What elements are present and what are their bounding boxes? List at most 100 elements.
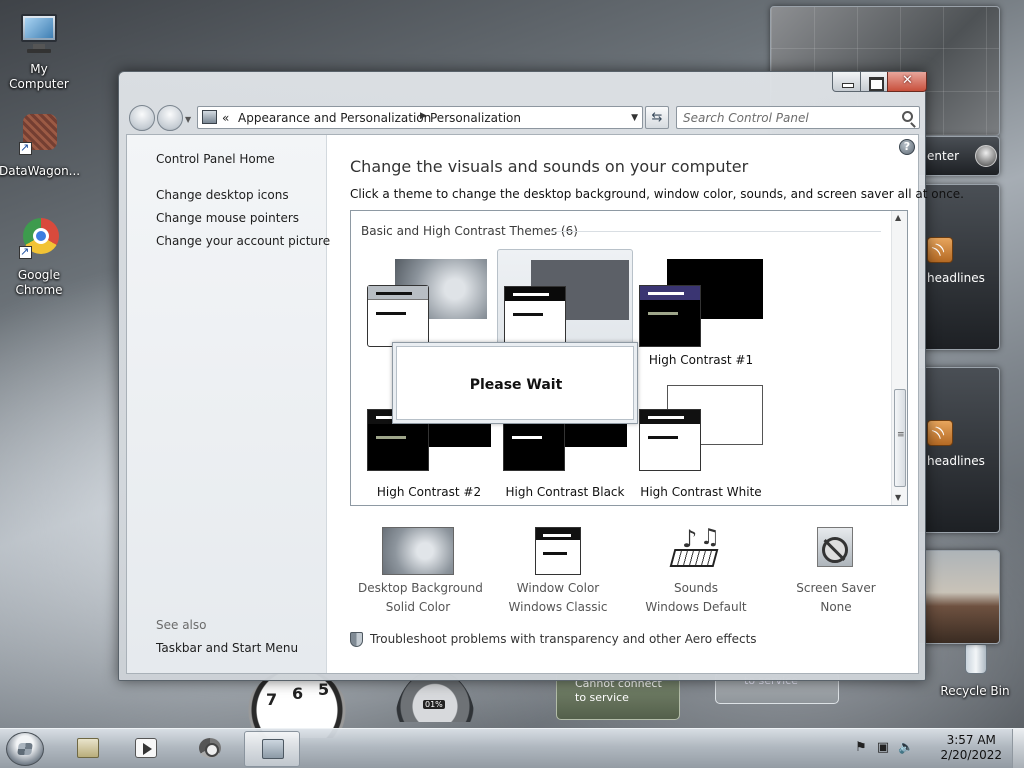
option-value: Solid Color bbox=[385, 600, 451, 614]
desktop-background-icon bbox=[382, 527, 454, 575]
scroll-down-arrow-icon[interactable]: ▼ bbox=[895, 493, 901, 502]
control-panel-icon bbox=[202, 110, 217, 124]
desktop-icon-recycle-bin[interactable]: Recycle Bin bbox=[935, 640, 1015, 699]
theme-label: High Contrast #2 bbox=[376, 485, 482, 499]
group-divider bbox=[551, 231, 881, 232]
taskbar-control-panel[interactable] bbox=[244, 731, 300, 767]
change-account-picture-link[interactable]: Change your account picture bbox=[156, 234, 330, 248]
shortcut-arrow-icon bbox=[19, 140, 32, 155]
media-player-icon bbox=[135, 738, 157, 758]
breadcrumb-arrow-icon[interactable]: ▶ bbox=[420, 111, 427, 121]
chrome-icon bbox=[199, 738, 221, 758]
troubleshoot-aero-link[interactable]: Troubleshoot problems with transparency … bbox=[350, 632, 757, 647]
taskbar: ⚑ ▣ 🔈 3:57 AM 2/20/2022 bbox=[0, 728, 1024, 768]
taskbar-media-player[interactable] bbox=[118, 731, 174, 767]
control-panel-icon bbox=[262, 739, 284, 759]
taskbar-google-chrome[interactable] bbox=[182, 731, 238, 767]
network-icon[interactable]: ▣ bbox=[876, 741, 890, 755]
please-wait-text: Please Wait bbox=[469, 377, 563, 393]
rss-icon bbox=[927, 237, 953, 263]
mouse-pointer-icon bbox=[607, 352, 616, 367]
media-center-label: enter bbox=[927, 149, 960, 163]
theme-window-preview bbox=[639, 285, 701, 347]
main-pane: ? Change the visuals and sounds on your … bbox=[328, 135, 964, 673]
tray-clock[interactable]: 3:57 AM 2/20/2022 bbox=[940, 733, 1002, 763]
desktop-icon-google-chrome[interactable]: Google Chrome bbox=[0, 216, 79, 298]
window-color-option[interactable]: Window Color Windows Classic bbox=[498, 527, 618, 614]
search-icon[interactable] bbox=[902, 111, 913, 122]
theme-item-high-contrast-white[interactable]: High Contrast White bbox=[633, 381, 769, 499]
theme-window-preview bbox=[504, 286, 566, 348]
breadcrumb-item[interactable]: Personalization bbox=[430, 111, 521, 125]
navigation-bar: ▼ « Appearance and Personalization ▶ Per… bbox=[119, 102, 925, 132]
forward-button[interactable] bbox=[157, 105, 183, 131]
action-center-flag-icon[interactable]: ⚑ bbox=[854, 741, 868, 755]
theme-list[interactable]: Basic and High Contrast Themes (6) High … bbox=[350, 210, 908, 506]
see-also-label: See also bbox=[156, 618, 207, 632]
start-button[interactable] bbox=[6, 732, 44, 766]
page-title: Change the visuals and sounds on your co… bbox=[350, 157, 749, 176]
clock-number: 7 bbox=[266, 690, 278, 709]
option-title: Window Color bbox=[516, 581, 600, 595]
desktop-icon-label: Recycle Bin bbox=[940, 684, 1010, 698]
show-desktop-button[interactable] bbox=[1012, 729, 1024, 768]
folder-icon bbox=[77, 738, 99, 758]
feed-headlines-gadget-2[interactable]: headlines bbox=[918, 367, 1000, 533]
breadcrumb-overflow[interactable]: « bbox=[222, 111, 229, 125]
volume-icon[interactable]: 🔈 bbox=[898, 741, 914, 755]
theme-label: High Contrast #1 bbox=[648, 353, 754, 367]
theme-item-high-contrast-1[interactable]: High Contrast #1 bbox=[633, 249, 769, 367]
refresh-button[interactable]: ⇆ bbox=[645, 106, 669, 129]
sounds-option[interactable]: ♪ ♫ Sounds Windows Default bbox=[636, 525, 756, 614]
recent-pages-dropdown[interactable]: ▼ bbox=[185, 115, 191, 124]
search-box[interactable] bbox=[676, 106, 920, 129]
media-center-orb-icon bbox=[975, 145, 997, 167]
maximize-button[interactable] bbox=[860, 72, 888, 92]
photo-gadget[interactable] bbox=[918, 550, 1000, 644]
sounds-icon: ♪ ♫ bbox=[669, 525, 722, 575]
option-value: None bbox=[820, 600, 852, 614]
minimize-button[interactable] bbox=[832, 72, 861, 92]
search-input[interactable] bbox=[683, 110, 893, 126]
theme-window-preview bbox=[367, 285, 429, 347]
option-title: Sounds bbox=[673, 581, 719, 595]
taskbar-start-menu-link[interactable]: Taskbar and Start Menu bbox=[156, 641, 298, 655]
change-mouse-pointers-link[interactable]: Change mouse pointers bbox=[156, 211, 299, 225]
desktop-background-option[interactable]: Desktop Background Solid Color bbox=[358, 527, 483, 614]
page-subtitle: Click a theme to change the desktop back… bbox=[350, 187, 964, 201]
feed-headlines-gadget-1[interactable]: headlines bbox=[918, 184, 1000, 350]
taskbar-windows-explorer[interactable] bbox=[60, 731, 116, 767]
address-bar[interactable]: « Appearance and Personalization ▶ Perso… bbox=[197, 106, 643, 129]
desktop-icon-datawagon[interactable]: DataWagon... bbox=[0, 112, 81, 179]
headlines-label: headlines bbox=[927, 454, 985, 468]
change-desktop-icons-link[interactable]: Change desktop icons bbox=[156, 188, 289, 202]
option-value: Windows Classic bbox=[508, 600, 608, 614]
desktop-icon-label: My Computer bbox=[9, 62, 69, 91]
desktop-icon-label: DataWagon... bbox=[0, 164, 81, 178]
media-center-gadget[interactable]: enter bbox=[918, 136, 1000, 176]
cpu-meter-percent: 01% bbox=[423, 700, 445, 709]
clock-number: 6 bbox=[292, 684, 304, 703]
refresh-icon: ⇆ bbox=[651, 110, 663, 125]
control-panel-home-link[interactable]: Control Panel Home bbox=[156, 152, 275, 166]
scroll-up-arrow-icon[interactable]: ▲ bbox=[895, 213, 901, 222]
close-button[interactable] bbox=[887, 72, 927, 92]
theme-list-scrollbar[interactable]: ▲ ▼ bbox=[891, 211, 907, 505]
headlines-label: headlines bbox=[927, 271, 985, 285]
desktop-icon-my-computer[interactable]: My Computer bbox=[0, 10, 79, 92]
address-dropdown-icon[interactable]: ▼ bbox=[631, 113, 638, 123]
option-title: Desktop Background bbox=[358, 581, 483, 595]
personalization-window: ▼ « Appearance and Personalization ▶ Per… bbox=[118, 71, 964, 681]
clock-number: 5 bbox=[318, 680, 330, 699]
window-color-icon bbox=[535, 527, 581, 575]
please-wait-dialog: Please Wait bbox=[392, 342, 638, 424]
theme-label: High Contrast White bbox=[640, 485, 762, 499]
breadcrumb-item[interactable]: Appearance and Personalization bbox=[238, 111, 431, 125]
rss-icon bbox=[927, 420, 953, 446]
help-icon[interactable]: ? bbox=[899, 139, 915, 155]
scroll-thumb[interactable] bbox=[894, 389, 906, 487]
screen-saver-option[interactable]: Screen Saver None bbox=[776, 527, 896, 614]
theme-window-preview bbox=[639, 409, 701, 471]
back-button[interactable] bbox=[129, 105, 155, 131]
theme-group-title: Basic and High Contrast Themes (6) bbox=[361, 224, 578, 238]
